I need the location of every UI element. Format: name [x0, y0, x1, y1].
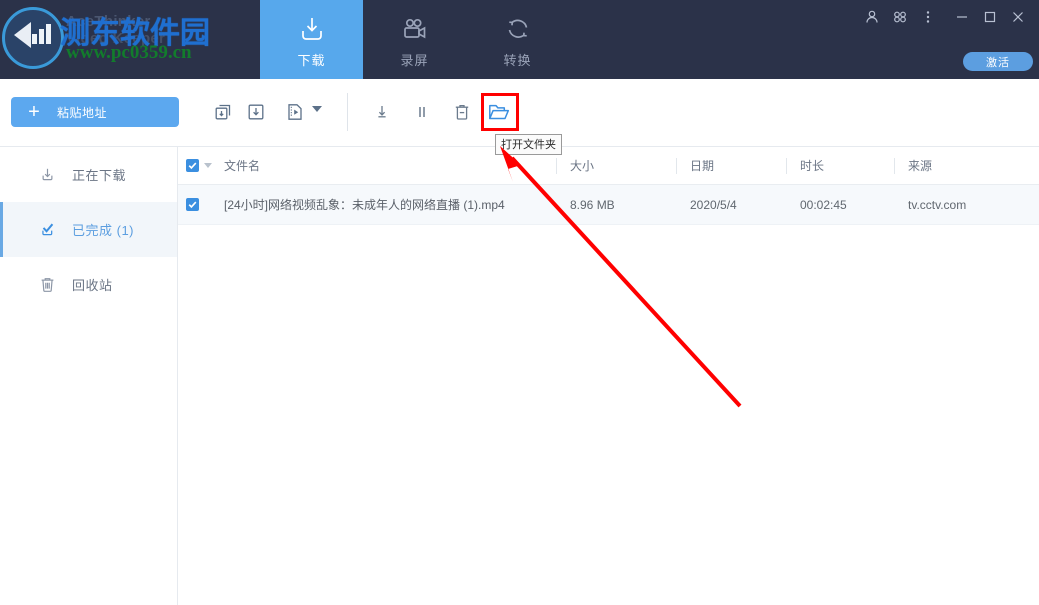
- column-header-size[interactable]: 大小: [556, 147, 676, 185]
- toolbar-divider: [347, 93, 348, 131]
- cell-date: 2020/5/4: [676, 185, 786, 225]
- row-checkbox[interactable]: [186, 198, 199, 211]
- sidebar-item-recycle-bin-label: 回收站: [72, 275, 113, 294]
- sidebar-item-downloading[interactable]: 正在下载: [0, 147, 177, 202]
- column-header-source[interactable]: 来源: [894, 147, 1039, 185]
- table-row[interactable]: [24小时]网络视频乱象：未成年人的网络直播 (1).mp4 8.96 MB 2…: [178, 185, 1039, 225]
- column-header-date[interactable]: 日期: [676, 147, 786, 185]
- main-tabs: 下载 录屏: [260, 0, 569, 79]
- tab-convert-label: 转换: [503, 50, 531, 69]
- account-icon[interactable]: [859, 4, 885, 30]
- select-all-checkbox[interactable]: [186, 159, 199, 172]
- watermark-arrow-icon: [14, 22, 31, 48]
- table-header: 文件名 大小 日期 时长 来源: [178, 147, 1039, 185]
- camcorder-icon: [400, 10, 430, 44]
- sidebar-item-completed-label: 已完成 (1): [72, 220, 134, 239]
- app-window: AceThinker Video Keeper 测东软件园 www.pc0359…: [0, 0, 1039, 605]
- sidebar-item-completed[interactable]: 已完成 (1): [0, 202, 177, 257]
- tab-convert[interactable]: 转换: [466, 0, 569, 79]
- column-header-size-label: 大小: [570, 157, 594, 174]
- pause-icon[interactable]: [407, 97, 437, 127]
- download-arrow-icon[interactable]: [367, 97, 397, 127]
- downloading-icon: [38, 165, 66, 184]
- more-menu-icon[interactable]: [915, 4, 941, 30]
- open-folder-tooltip: 打开文件夹: [495, 134, 562, 155]
- activate-button[interactable]: 激活: [963, 52, 1033, 71]
- title-bar: AceThinker Video Keeper 测东软件园 www.pc0359…: [0, 0, 1039, 79]
- column-header-duration-label: 时长: [800, 157, 824, 174]
- column-header-duration[interactable]: 时长: [786, 147, 894, 185]
- select-all-cell: [178, 147, 224, 185]
- window-controls: [859, 4, 1031, 30]
- sidebar-item-recycle-bin[interactable]: 回收站: [0, 257, 177, 312]
- cell-source: tv.cctv.com: [894, 185, 1039, 225]
- column-header-source-label: 来源: [908, 157, 932, 174]
- paste-url-label: 粘贴地址: [57, 104, 107, 121]
- delete-icon[interactable]: [447, 97, 477, 127]
- close-button[interactable]: [1005, 4, 1031, 30]
- completed-icon: [38, 220, 66, 239]
- cell-size: 8.96 MB: [556, 185, 676, 225]
- column-header-date-label: 日期: [690, 157, 714, 174]
- apps-icon[interactable]: [887, 4, 913, 30]
- sidebar-item-downloading-label: 正在下载: [72, 165, 126, 184]
- tab-download-label: 下载: [297, 50, 325, 69]
- open-folder-icon[interactable]: [484, 97, 514, 127]
- convert-icon: [503, 10, 533, 44]
- watermark-bars-icon: [32, 24, 54, 44]
- app-brand: AceThinker Video Keeper 测东软件园 www.pc0359…: [0, 0, 260, 79]
- cell-duration: 00:02:45: [786, 185, 894, 225]
- download-icon: [297, 10, 327, 44]
- minimize-button[interactable]: [949, 4, 975, 30]
- paste-url-button[interactable]: + 粘贴地址: [11, 97, 179, 127]
- plus-icon: +: [11, 102, 57, 122]
- column-header-filename-label: 文件名: [224, 157, 260, 174]
- batch-download-icon[interactable]: [208, 97, 238, 127]
- tab-record[interactable]: 录屏: [363, 0, 466, 79]
- select-all-dropdown-caret-icon[interactable]: [204, 163, 212, 168]
- watermark-site-url: www.pc0359.cn: [66, 42, 192, 64]
- tab-record-label: 录屏: [400, 50, 428, 69]
- video-file-dropdown-caret-icon[interactable]: [312, 106, 322, 112]
- tab-download[interactable]: 下载: [260, 0, 363, 79]
- recycle-bin-icon: [38, 275, 66, 294]
- video-file-icon[interactable]: [280, 97, 310, 127]
- row-select-cell: [178, 185, 224, 225]
- download-list-panel: 文件名 大小 日期 时长 来源: [178, 147, 1039, 605]
- column-divider: [786, 158, 787, 174]
- maximize-button[interactable]: [977, 4, 1003, 30]
- column-divider: [676, 158, 677, 174]
- column-divider: [556, 158, 557, 174]
- cell-filename: [24小时]网络视频乱象：未成年人的网络直播 (1).mp4: [224, 185, 556, 225]
- column-divider: [894, 158, 895, 174]
- download-icon[interactable]: [241, 97, 271, 127]
- sidebar: 正在下载 已完成 (1) 回收站: [0, 147, 178, 605]
